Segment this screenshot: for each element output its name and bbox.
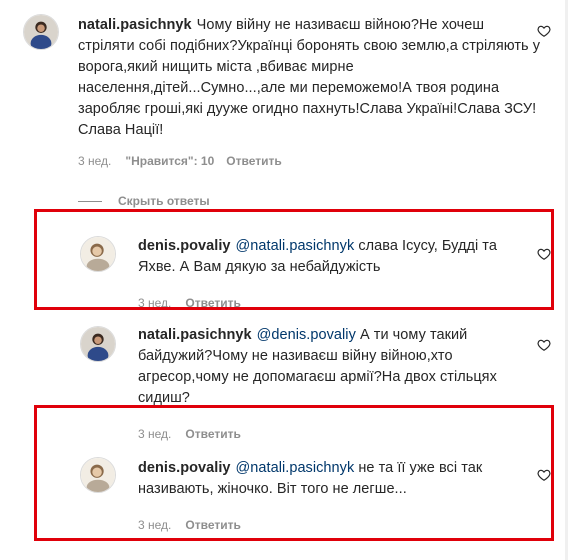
highlight-box [34,209,554,310]
highlight-box [34,405,554,541]
comment-main: natali.pasichnyk Чому війну не називаєш в… [0,0,568,180]
hide-replies-divider [78,200,102,202]
like-heart-icon[interactable] [537,338,551,352]
like-heart-icon[interactable] [537,24,551,38]
reply-username[interactable]: natali.pasichnyk [138,327,252,343]
reply-button[interactable]: Ответить [226,154,281,168]
reply-body: natali.pasichnyk @denis.povaliy А ти чому… [138,325,528,409]
comment-meta: 3 нед. "Нравится": 10 Ответить [78,154,282,168]
hide-replies-button[interactable]: Скрыть ответы [78,193,210,209]
profile-photo-icon [24,15,58,49]
comment-body: natali.pasichnyk Чому війну не називаєш в… [78,15,540,141]
comment-likes[interactable]: "Нравится": 10 [125,154,214,168]
reply-mention[interactable]: @denis.povaliy [257,327,356,343]
avatar-natali[interactable] [23,14,59,50]
hide-replies-label: Скрыть ответы [118,194,210,208]
comment-time[interactable]: 3 нед. [78,154,111,168]
comment-username[interactable]: natali.pasichnyk [78,17,192,33]
avatar-natali[interactable] [80,326,116,362]
profile-photo-icon [81,327,115,361]
comment-text: Чому війну не називаєш війною?Не хочеш с… [78,17,541,138]
